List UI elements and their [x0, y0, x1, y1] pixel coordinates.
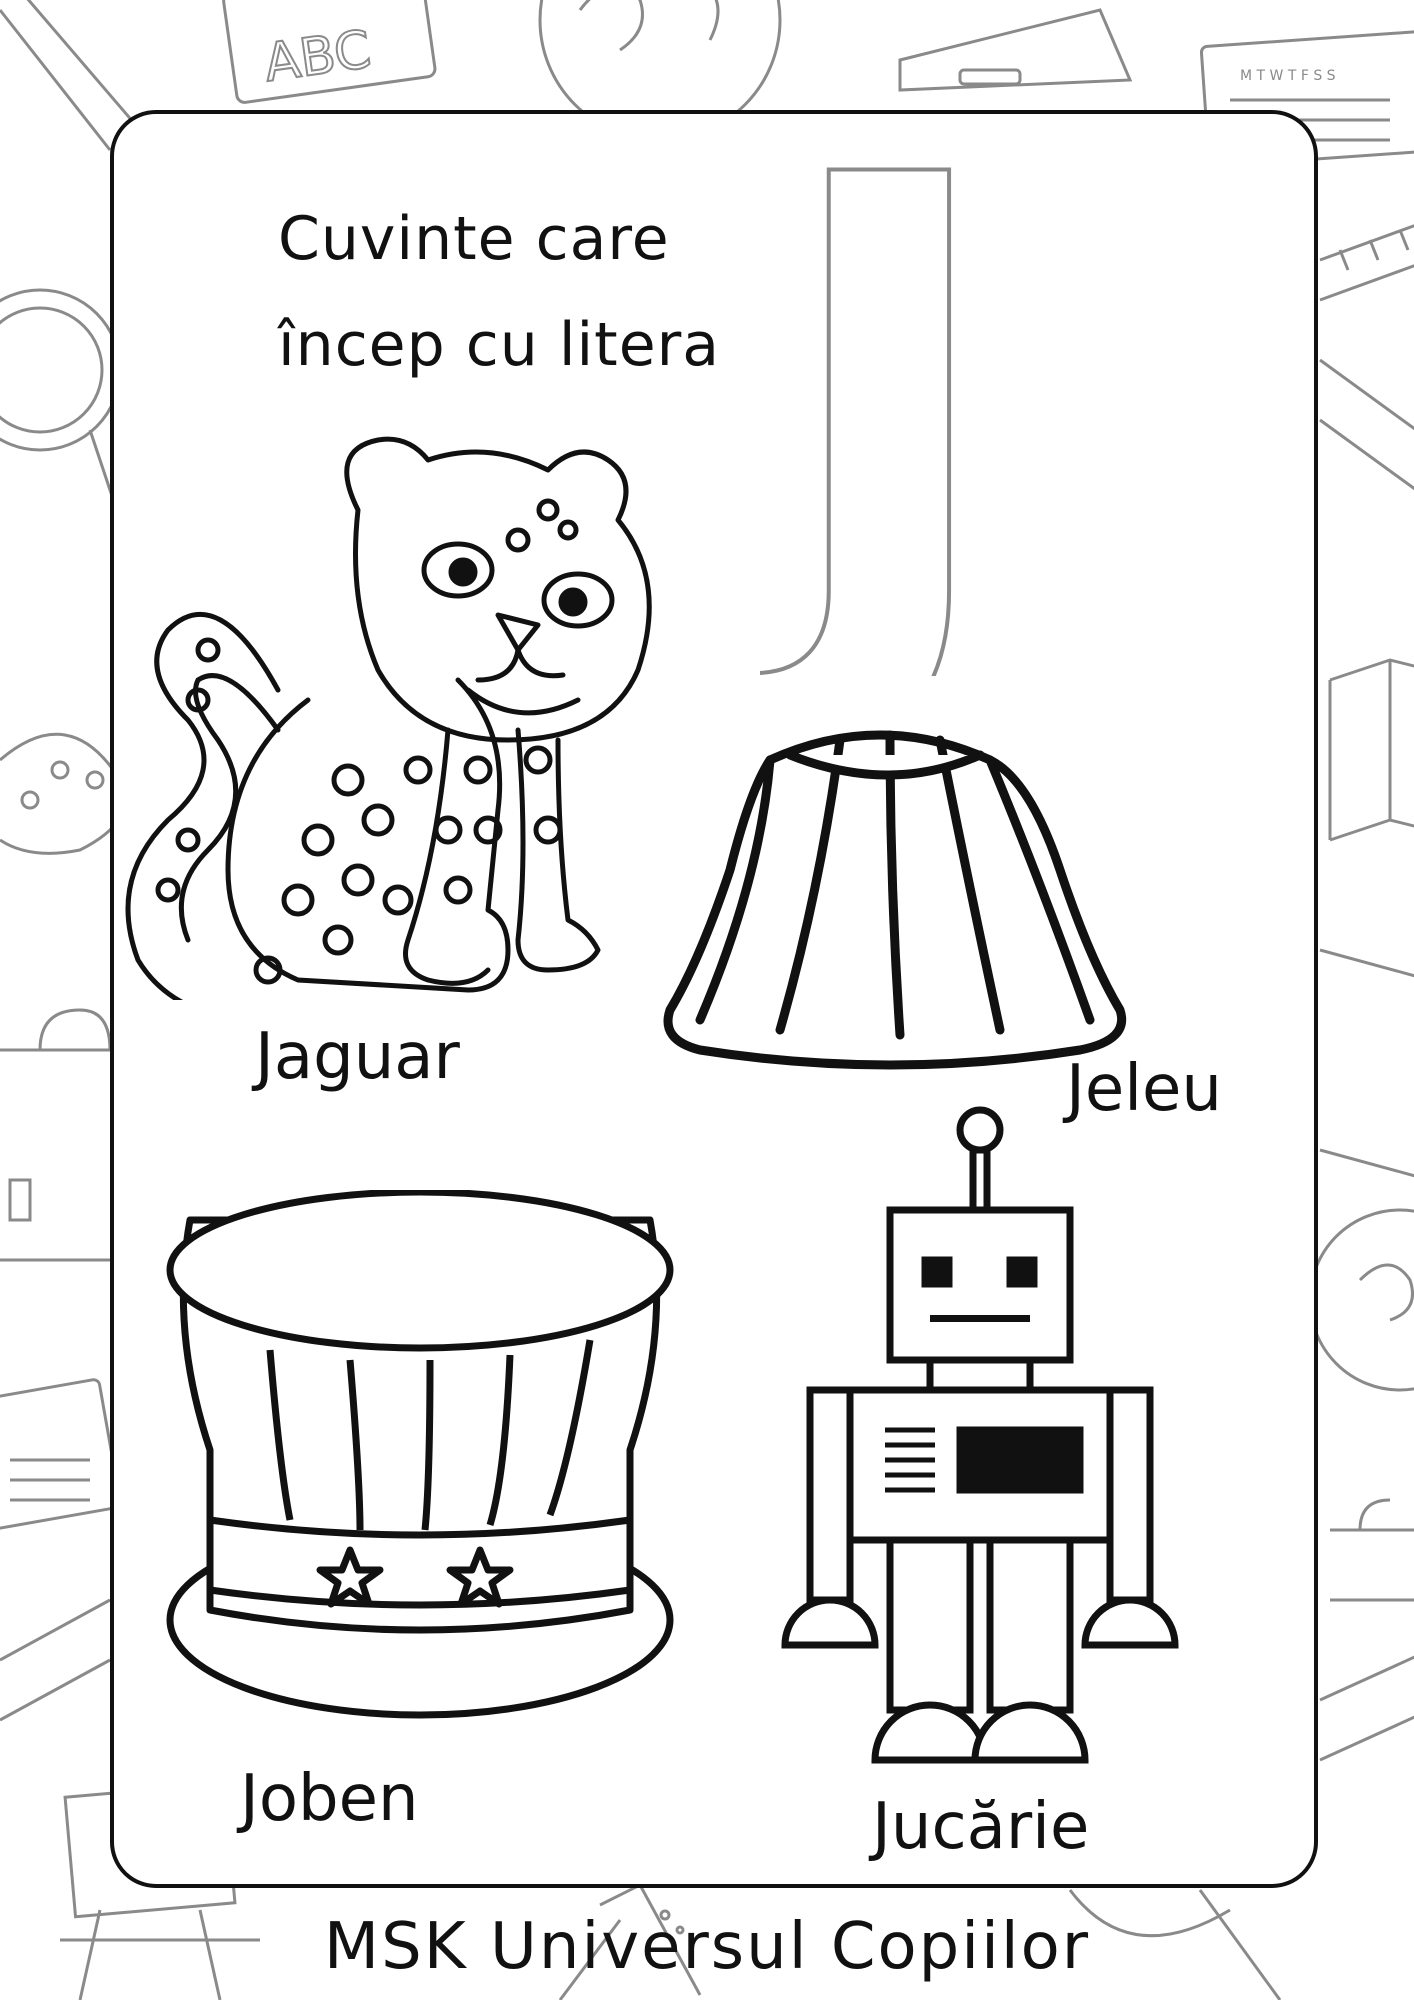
jaguar-icon — [125, 436, 652, 1000]
heading-line-2: încep cu litera — [278, 310, 721, 380]
word-jaguar: Jaguar — [255, 1020, 460, 1094]
jelly-icon — [663, 730, 1126, 1070]
word-top-hat: Joben — [240, 1762, 419, 1836]
worksheet-heading: Cuvinte care încep cu litera — [278, 186, 720, 398]
letter-j-outline: J — [760, 136, 1010, 676]
footer-brand: MSK Universul Copiilor — [323, 1910, 1091, 1984]
svg-text:ABC: ABC — [261, 20, 375, 94]
heading-line-1: Cuvinte care — [278, 204, 670, 274]
robot-icon — [781, 1106, 1179, 1764]
svg-text:M T W T F S S: M T W T F S S — [1240, 68, 1336, 84]
word-robot: Jucărie — [872, 1790, 1090, 1864]
slate-doodle: ABC — [222, 0, 437, 104]
letter-j-text: J — [760, 136, 1008, 676]
top-hat-icon — [166, 1190, 674, 1719]
